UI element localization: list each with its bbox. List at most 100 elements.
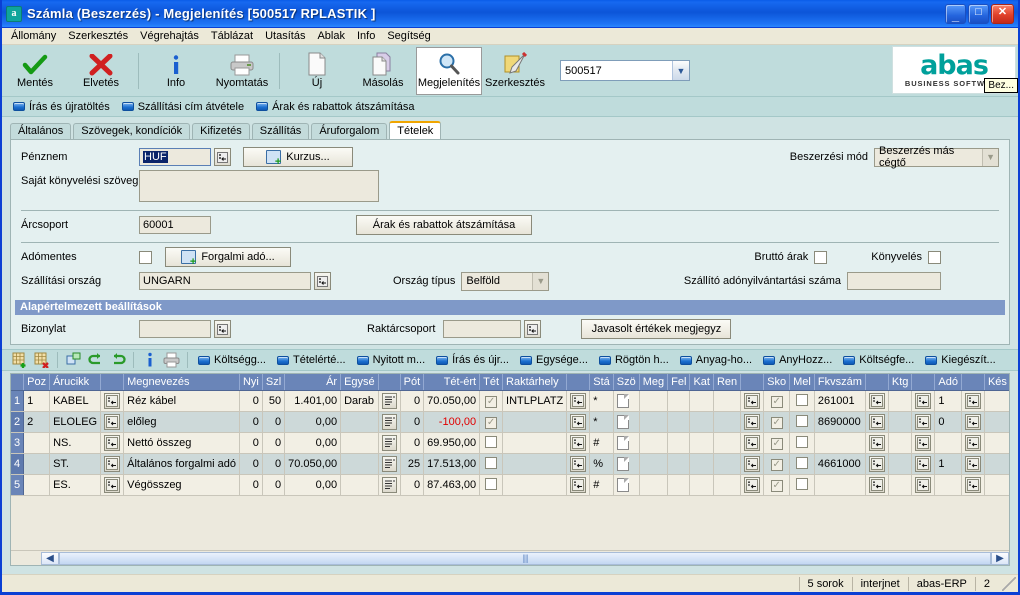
tab-aruforgalom[interactable]: Áruforgalom <box>311 123 388 139</box>
cell-fel[interactable] <box>667 411 691 433</box>
cell-fel[interactable] <box>667 474 691 496</box>
cell-egyse[interactable]: Darab <box>340 390 379 412</box>
info-icon[interactable] <box>140 351 159 369</box>
cell-szo[interactable] <box>613 390 640 412</box>
cell-bar1[interactable] <box>378 390 401 412</box>
grid-chip-iras-es-ujr[interactable]: Írás és újr... <box>432 354 513 366</box>
cell-poz[interactable] <box>23 432 51 454</box>
column-header-sta[interactable]: Stá <box>589 374 614 391</box>
bizonylat-picker-button[interactable] <box>214 320 231 338</box>
cell-megnevezes[interactable]: Réz kábel <box>123 390 240 412</box>
cell-picker-button[interactable] <box>868 476 885 493</box>
cell-rownum[interactable]: 3 <box>11 432 25 454</box>
cell-pick1[interactable] <box>100 411 125 433</box>
cell-megnevezes[interactable]: Általános forgalmi adó <box>123 453 240 475</box>
cell-pick6[interactable] <box>961 411 985 433</box>
column-header-kes[interactable]: Kés <box>984 374 1009 391</box>
cell-list-button[interactable] <box>381 455 397 472</box>
cell-tetert[interactable]: 69.950,00 <box>423 432 481 454</box>
cell-meg[interactable] <box>639 453 669 475</box>
chevron-down-icon[interactable]: ▼ <box>532 272 549 290</box>
tab-kifizetes[interactable]: Kifizetés <box>192 123 250 139</box>
cell-arucikk[interactable]: ST. <box>49 453 102 475</box>
cell-picker-button[interactable] <box>915 434 932 451</box>
toolbar-new-button[interactable]: Új <box>284 47 350 95</box>
cell-pick5[interactable] <box>911 474 936 496</box>
cell-ren[interactable] <box>713 411 742 433</box>
cell-mel[interactable] <box>789 474 815 496</box>
toolbar-copy-button[interactable]: Másolás <box>350 47 416 95</box>
cell-pick3[interactable] <box>740 453 765 475</box>
toolbar-display-button[interactable]: Megjelenítés <box>416 46 482 95</box>
cell-sta[interactable]: # <box>589 432 614 454</box>
toolbar-discard-button[interactable]: Elvetés <box>68 47 134 95</box>
arcsoport-field[interactable]: 60001 <box>139 216 211 234</box>
cell-rownum[interactable]: 1 <box>11 390 25 412</box>
grid-chip-nyitott[interactable]: Nyitott m... <box>353 354 430 366</box>
cell-arucikk[interactable]: ES. <box>49 474 102 496</box>
column-header-kat[interactable]: Kat <box>689 374 714 391</box>
menu-item-vegrehajtas[interactable]: Végrehajtás <box>134 29 205 43</box>
cell-pot[interactable]: 0 <box>400 474 425 496</box>
cell-pick6[interactable] <box>961 432 985 454</box>
cell-pick4[interactable] <box>865 411 889 433</box>
scroll-left-button[interactable]: ◀ <box>41 551 59 565</box>
cell-checkbox[interactable] <box>795 478 808 490</box>
column-header-egyse[interactable]: Egysé <box>340 374 379 391</box>
column-header-raktarhely[interactable]: Raktárhely <box>502 374 568 391</box>
cell-pot[interactable]: 25 <box>400 453 425 475</box>
forgalmi-ado-button[interactable]: Forgalmi adó... <box>165 247 291 267</box>
penznem-field[interactable]: HUF <box>139 148 211 166</box>
chip-szallitasi-cim-atvetele[interactable]: Szállítási cím átvétele <box>118 101 248 113</box>
cell-picker-button[interactable] <box>744 392 761 409</box>
grid-chip-tetelerte[interactable]: Tételérté... <box>273 354 350 366</box>
column-header-pick3[interactable] <box>740 374 765 391</box>
cell-poz[interactable]: 1 <box>23 390 51 412</box>
cell-szl[interactable]: 0 <box>262 453 286 475</box>
cell-picker-button[interactable] <box>744 413 761 430</box>
cell-megnevezes[interactable]: Végösszeg <box>123 474 240 496</box>
cell-ktg[interactable] <box>888 390 913 412</box>
cell-checkbox[interactable] <box>770 438 783 450</box>
cell-tet[interactable] <box>479 474 504 496</box>
cell-poz[interactable]: 2 <box>23 411 51 433</box>
cell-fel[interactable] <box>667 453 691 475</box>
cell-picker-button[interactable] <box>915 413 932 430</box>
cell-raktarhely[interactable]: INTLPLATZ <box>502 390 568 412</box>
sajat-konyvelesi-field[interactable] <box>139 170 379 202</box>
horizontal-scrollbar[interactable]: ◀ |||| ▶ <box>11 550 1009 565</box>
cell-ado[interactable] <box>934 432 962 454</box>
column-header-ren[interactable]: Ren <box>713 374 742 391</box>
chip-arak-es-rabattok[interactable]: Árak és rabattok átszámítása <box>252 101 418 113</box>
cell-raktarhely[interactable] <box>502 453 568 475</box>
tab-tetelek[interactable]: Tételek <box>389 121 442 139</box>
brutto-arak-checkbox[interactable] <box>814 250 828 264</box>
cell-tet[interactable] <box>479 390 504 412</box>
table-row[interactable]: 4 ST. Általános forgalmi adó 0 0 70.050,00 25 1… <box>11 453 1009 475</box>
resize-grip-icon[interactable] <box>1002 576 1016 591</box>
konyveles-checkbox[interactable] <box>928 250 941 264</box>
cell-ren[interactable] <box>713 453 742 475</box>
document-icon[interactable] <box>616 393 629 408</box>
cell-fkvszam[interactable]: 261001 <box>814 390 866 412</box>
cell-checkbox[interactable] <box>485 417 498 429</box>
cell-ado[interactable]: 0 <box>934 411 962 433</box>
column-header-nyi[interactable]: Nyi <box>239 374 263 391</box>
cell-checkbox[interactable] <box>770 417 783 429</box>
column-header-ado[interactable]: Adó <box>934 374 962 391</box>
column-header-fel[interactable]: Fel <box>667 374 691 391</box>
cell-tet[interactable] <box>479 453 504 475</box>
cell-picker-button[interactable] <box>570 455 587 472</box>
printer-icon[interactable] <box>162 351 181 369</box>
add-row-icon[interactable] <box>10 351 29 369</box>
cell-ktg[interactable] <box>888 432 913 454</box>
tab-szovegek-kondiciok[interactable]: Szövegek, kondíciók <box>73 123 191 139</box>
cell-ar[interactable]: 0,00 <box>284 474 342 496</box>
grid-chip-koltsegg[interactable]: Költségg... <box>194 354 270 366</box>
cell-pick3[interactable] <box>740 411 765 433</box>
cell-tet[interactable] <box>479 411 504 433</box>
cell-rownum[interactable]: 4 <box>11 453 25 475</box>
cell-pick5[interactable] <box>911 432 936 454</box>
cell-pick3[interactable] <box>740 474 765 496</box>
cell-pick4[interactable] <box>865 432 889 454</box>
